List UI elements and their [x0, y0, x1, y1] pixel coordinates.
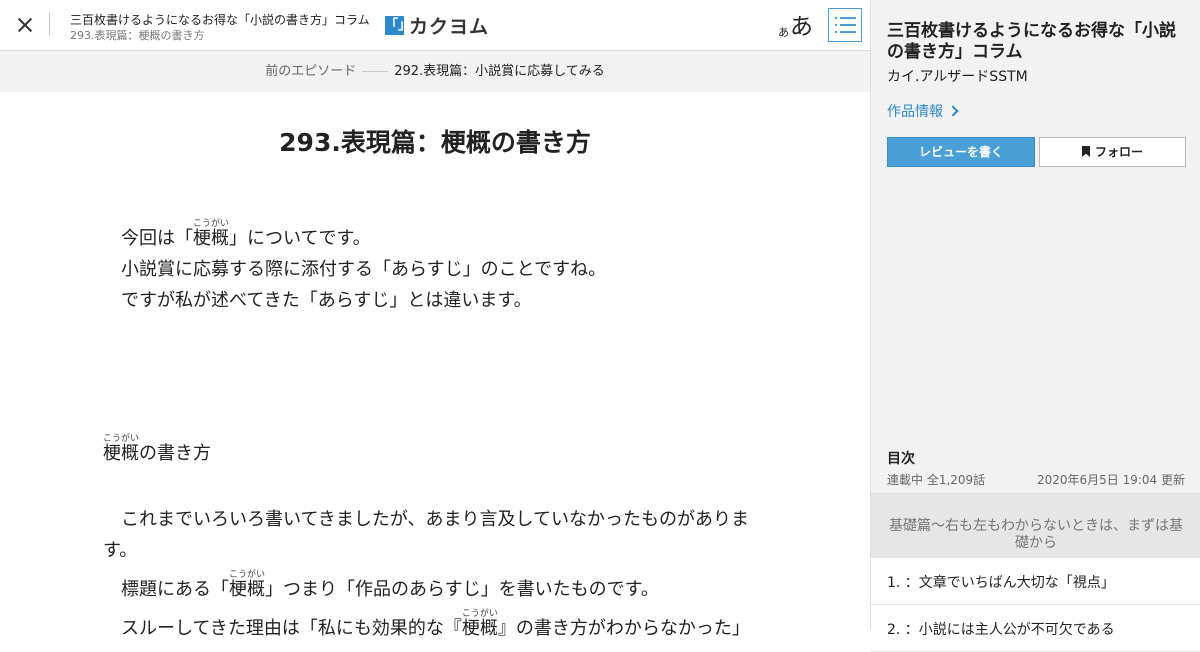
- episode-body-intro: 今回は「梗概こうがい」についてです。 小説賞に応募する際に添付する「あらすじ」の…: [103, 219, 763, 316]
- paragraph: 今回は「梗概こうがい」についてです。: [121, 219, 371, 249]
- toc-heading: 目次: [887, 451, 915, 467]
- font-small-glyph: あ: [778, 26, 789, 39]
- bookmark-plus-icon: [1081, 146, 1090, 157]
- episode-heading: 293.表現篇：梗概の書き方: [279, 128, 591, 157]
- font-size-button[interactable]: あ あ: [778, 10, 813, 40]
- divider: [362, 71, 389, 72]
- font-large-glyph: あ: [790, 14, 813, 40]
- kakuyomu-logo[interactable]: 「」 カクヨム: [385, 14, 490, 38]
- episode-body-main: これまでいろいろ書いてきましたが、あまり言及していなかったものがあります。 標題…: [103, 504, 763, 644]
- previous-episode-label: 前のエピソード: [265, 64, 357, 79]
- sidebar-work-title[interactable]: 三百枚書けるようになるお得な「小説の書き方」コラム: [887, 21, 1187, 63]
- paragraph: ですが私が述べてきた「あらすじ」とは違います。: [121, 290, 532, 311]
- toc-list-icon[interactable]: [828, 8, 862, 42]
- chevron-right-icon: [947, 105, 959, 117]
- top-bar: 三百枚書けるようになるお得な「小説の書き方」コラム 293.表現篇：梗概の書き方…: [0, 0, 870, 51]
- sidebar: 三百枚書けるようになるお得な「小説の書き方」コラム カイ.アルザードSSTM 作…: [870, 0, 1200, 652]
- logo-mark: 「」: [385, 15, 412, 35]
- paragraph: これまでいろいろ書いてきましたが、あまり言及していなかったものがあります。: [103, 509, 750, 561]
- close-icon[interactable]: [13, 13, 37, 37]
- previous-episode-link[interactable]: 前のエピソード 292.表現篇：小説賞に応募してみる: [0, 51, 870, 92]
- paragraph: 小説賞に応募する際に添付する「あらすじ」のことですね。: [121, 259, 607, 280]
- reader-main: 三百枚書けるようになるお得な「小説の書き方」コラム 293.表現篇：梗概の書き方…: [0, 0, 870, 639]
- author-name[interactable]: カイ.アルザードSSTM: [887, 66, 1028, 86]
- section-subheading: 梗概こうがいの書き方: [103, 434, 212, 464]
- toc-episode-item[interactable]: 1. ：文章でいちばん大切な「視点」: [871, 558, 1200, 605]
- toc-chapter-heading[interactable]: 基礎篇〜右も左もわからないときは、まずは基礎から: [871, 493, 1200, 558]
- episode-title-small: 293.表現篇：梗概の書き方: [70, 29, 205, 42]
- paragraph: スルーしてきた理由は「私にも効果的な『梗概こうがい』の書き方がわからなかった」: [121, 609, 750, 639]
- last-updated: 2020年6月5日 19:04 更新: [1036, 473, 1185, 487]
- write-review-button[interactable]: レビューを書く: [887, 137, 1035, 167]
- work-title[interactable]: 三百枚書けるようになるお得な「小説の書き方」コラム: [70, 11, 370, 28]
- logo-text: カクヨム: [409, 15, 490, 38]
- previous-episode-title: 292.表現篇：小説賞に応募してみる: [394, 64, 605, 79]
- work-info-link[interactable]: 作品情報: [887, 101, 959, 121]
- serial-status: 連載中 全1,209話: [887, 473, 986, 487]
- toc-list: 1. ：文章でいちばん大切な「視点」 2. ：小説には主人公が不可欠である: [871, 558, 1200, 652]
- toc-episode-item[interactable]: 2. ：小説には主人公が不可欠である: [871, 605, 1200, 652]
- paragraph: 標題にある「梗概こうがい」つまり「作品のあらすじ」を書いたものです。: [121, 570, 659, 600]
- divider: [49, 12, 50, 36]
- follow-button[interactable]: フォロー: [1039, 137, 1186, 167]
